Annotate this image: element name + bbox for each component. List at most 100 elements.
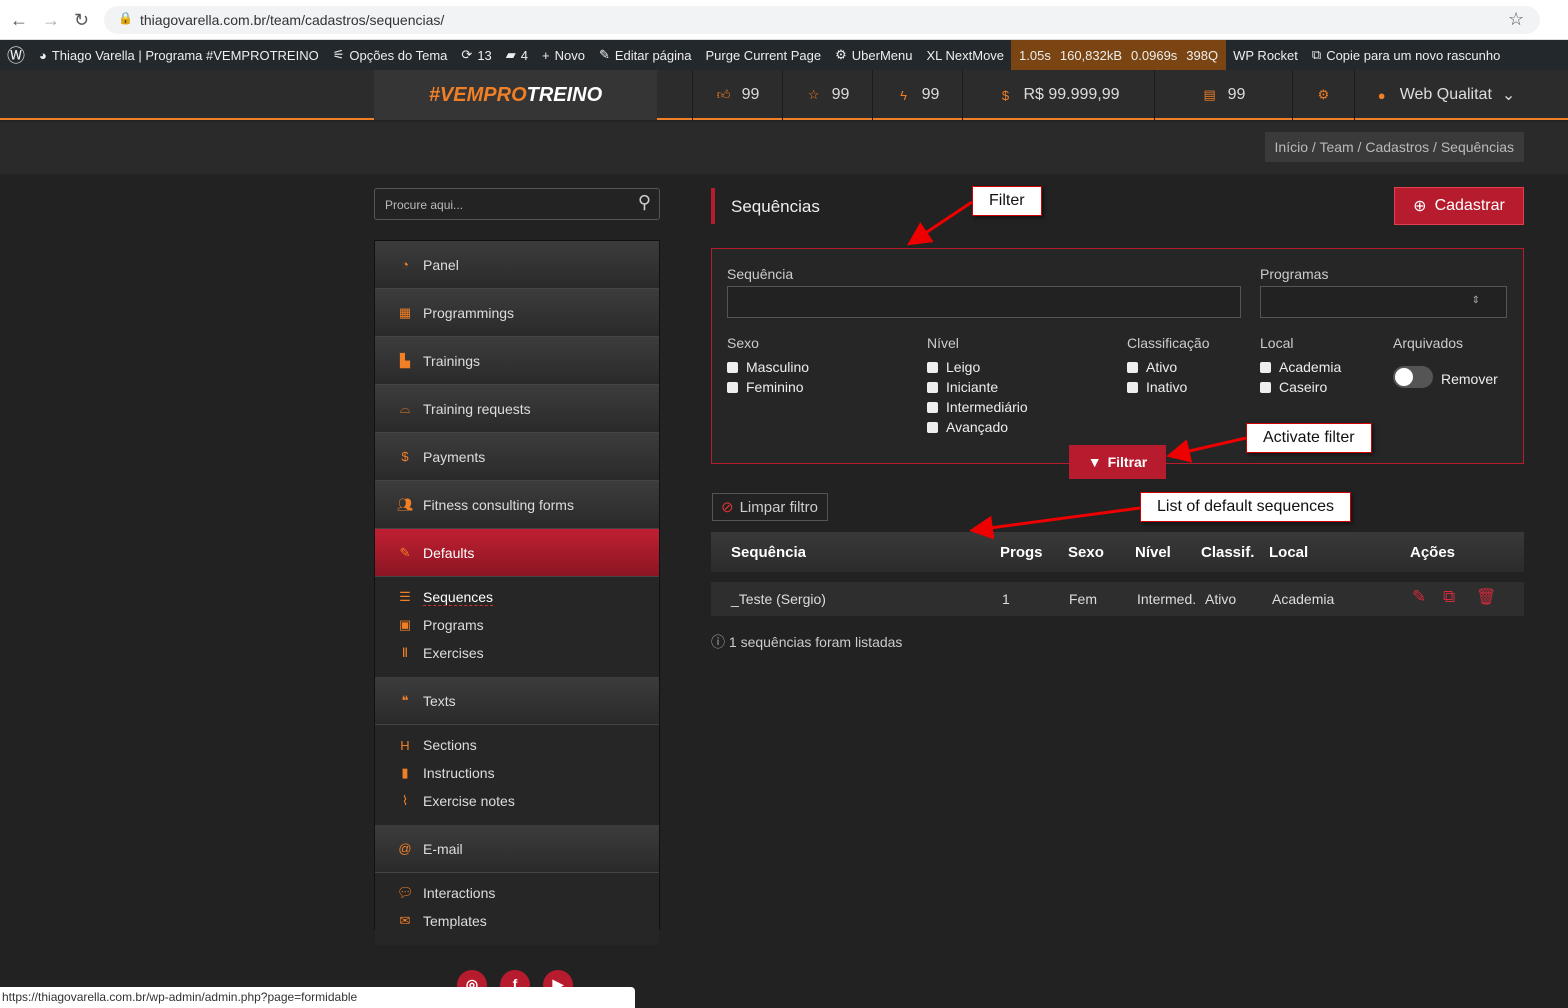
- chevron-down-icon: ⌄: [1501, 87, 1516, 104]
- star-icon[interactable]: ☆: [1508, 9, 1524, 30]
- checkbox-academia[interactable]: Academia: [1260, 357, 1341, 377]
- checkbox-iniciante[interactable]: Iniciante: [927, 377, 1028, 397]
- cell-progs: 1: [1002, 591, 1010, 607]
- likes-stat[interactable]: 👍︎ 99: [692, 70, 782, 120]
- edit-icon[interactable]: ✎: [1412, 587, 1426, 607]
- docs-stat[interactable]: ▤ 99: [1154, 70, 1292, 120]
- money-stat[interactable]: $ R$ 99.999,99: [962, 70, 1154, 120]
- remover-toggle[interactable]: [1393, 366, 1433, 388]
- arquivados-label: Arquivados: [1393, 335, 1464, 351]
- stars-stat[interactable]: ☆ 99: [782, 70, 872, 120]
- sidebar-subitem-exercises[interactable]: Ⅱ Exercises: [375, 639, 659, 667]
- cell-nivel: Intermed.: [1137, 591, 1197, 607]
- gear-icon: ⚙: [1317, 87, 1330, 102]
- checkbox-feminino[interactable]: Feminino: [727, 377, 809, 397]
- back-icon[interactable]: ←: [10, 10, 28, 31]
- sidebar-label: Fitness consulting forms: [423, 496, 574, 513]
- sidebar-subitem-sequences[interactable]: ☰ Sequences: [375, 583, 659, 611]
- purge-link[interactable]: Purge Current Page: [699, 48, 829, 63]
- search-icon[interactable]: ⚲: [638, 192, 651, 213]
- sidebar-item-programmings[interactable]: ▦ Programmings: [375, 289, 659, 337]
- logo-part: #VEM: [428, 83, 484, 106]
- trash-icon[interactable]: 🗑︎: [1476, 587, 1496, 607]
- users-icon: 👥︎: [397, 496, 414, 512]
- edit-page-link[interactable]: ✎ Editar página: [592, 47, 699, 63]
- settings-button[interactable]: ⚙: [1292, 70, 1354, 120]
- copy-draft-label: Copie para um novo rascunho: [1326, 47, 1501, 63]
- breadcrumb-current: Sequências: [1440, 139, 1514, 155]
- sidebar-item-defaults[interactable]: ✎ Defaults: [375, 529, 659, 577]
- wordpress-icon[interactable]: Ⓦ: [0, 42, 32, 68]
- filtrar-button[interactable]: ▼ Filtrar: [1069, 445, 1166, 479]
- reload-icon[interactable]: ↻: [74, 10, 89, 31]
- star-icon: ☆: [807, 87, 820, 102]
- breadcrumb-cadastros[interactable]: Cadastros: [1365, 139, 1429, 155]
- arrow-list: [969, 506, 1141, 540]
- sidebar-item-fitness-forms[interactable]: 👥︎ Fitness consulting forms: [375, 481, 659, 529]
- table-row[interactable]: _Teste (Sergio) 1 Fem Intermed. Ativo Ac…: [711, 582, 1524, 616]
- checkbox-label: Caseiro: [1279, 379, 1328, 395]
- comments-count: 4: [520, 47, 529, 63]
- checkbox-label: Intermediário: [946, 399, 1028, 415]
- sequencia-input[interactable]: [727, 286, 1241, 318]
- search-placeholder: Procure aqui...: [385, 198, 464, 212]
- money-value: R$ 99.999,99: [1023, 86, 1120, 103]
- ubermenu-link[interactable]: ⚙ UberMenu: [828, 47, 919, 63]
- limpar-filtro-button[interactable]: ⊘ Limpar filtro: [712, 493, 828, 521]
- checkbox-masculino[interactable]: Masculino: [727, 357, 809, 377]
- sidebar-label: Payments: [423, 448, 486, 465]
- ban-icon: ⊘: [721, 499, 734, 516]
- search-input[interactable]: Procure aqui... ⚲: [374, 188, 660, 220]
- address-bar[interactable]: thiagovarella.com.br/team/cadastros/sequ…: [104, 6, 1540, 34]
- sidebar-subitem-templates[interactable]: ✉ Templates: [375, 907, 659, 935]
- col-sequencia[interactable]: Sequência: [731, 544, 806, 561]
- checkbox-inativo[interactable]: Inativo: [1127, 377, 1187, 397]
- comments-link[interactable]: ▰ 4: [499, 47, 535, 63]
- forward-icon[interactable]: →: [42, 10, 60, 31]
- col-progs[interactable]: Progs: [1000, 544, 1043, 561]
- new-link[interactable]: + Novo: [535, 48, 592, 63]
- nextmove-link[interactable]: XL NextMove: [919, 48, 1011, 63]
- wp-rocket-link[interactable]: WP Rocket: [1226, 48, 1305, 63]
- site-header: #VEM PRO TREINO 👍︎ 99 ☆ 99 ϟ 99 $ R$ 99.999,99…: [0, 70, 1568, 120]
- checkbox-caseiro[interactable]: Caseiro: [1260, 377, 1341, 397]
- perf-memory: 160,832kB: [1059, 47, 1123, 63]
- checkbox-avancado[interactable]: Avançado: [927, 417, 1028, 437]
- programas-select[interactable]: ⇕: [1260, 286, 1507, 318]
- sidebar-item-email[interactable]: @ E-mail: [375, 825, 659, 873]
- heading-icon: H: [400, 737, 410, 753]
- sidebar-subitem-interactions[interactable]: 💬︎ Interactions: [375, 879, 659, 907]
- limpar-label: Limpar filtro: [739, 498, 818, 516]
- sidebar-item-texts[interactable]: ❝ Texts: [375, 677, 659, 725]
- admin-site-link[interactable]: ◕ Thiago Varella | Programa #VEMPROTREIN…: [32, 48, 326, 63]
- sidebar-subitem-programs[interactable]: ▣ Programs: [375, 611, 659, 639]
- col-sexo[interactable]: Sexo: [1068, 544, 1104, 561]
- col-classif[interactable]: Classif.: [1201, 544, 1254, 561]
- sidebar-subitem-sections[interactable]: H Sections: [375, 731, 659, 759]
- sidebar-item-panel[interactable]: ◔ Panel: [375, 241, 659, 289]
- copy-icon[interactable]: ⧉: [1443, 587, 1455, 607]
- col-local[interactable]: Local: [1269, 544, 1308, 561]
- query-monitor[interactable]: 1.05s 160,832kB 0.0969s 398Q: [1011, 40, 1227, 70]
- site-logo[interactable]: #VEM PRO TREINO: [374, 70, 657, 120]
- breadcrumb-inicio[interactable]: Início: [1275, 139, 1308, 155]
- theme-options-link[interactable]: ⚟ Opções do Tema: [326, 47, 455, 63]
- sidebar-subitem-exercise-notes[interactable]: ⌇ Exercise notes: [375, 787, 659, 815]
- sidebar-item-training-requests[interactable]: ⌓ Training requests: [375, 385, 659, 433]
- col-nivel[interactable]: Nível: [1135, 544, 1171, 561]
- checkbox-leigo[interactable]: Leigo: [927, 357, 1028, 377]
- cadastrar-button[interactable]: ⊕ Cadastrar: [1394, 187, 1524, 225]
- bolts-stat[interactable]: ϟ 99: [872, 70, 962, 120]
- copy-draft-link[interactable]: ⧉ Copie para um novo rascunho: [1305, 47, 1507, 63]
- sidebar-item-trainings[interactable]: ▙ Trainings: [375, 337, 659, 385]
- sidebar-subitem-instructions[interactable]: ▮ Instructions: [375, 759, 659, 787]
- updates-link[interactable]: ⟳ 13: [454, 47, 498, 63]
- user-menu[interactable]: ● Web Qualitat ⌄: [1354, 70, 1534, 120]
- sidebar-label: Trainings: [423, 352, 481, 369]
- sidebar-item-payments[interactable]: $ Payments: [375, 433, 659, 481]
- annotation-filter: Filter: [972, 186, 1042, 216]
- breadcrumb-team[interactable]: Team: [1319, 139, 1353, 155]
- sidebar-label: Sections: [423, 737, 477, 753]
- checkbox-intermediario[interactable]: Intermediário: [927, 397, 1028, 417]
- checkbox-ativo[interactable]: Ativo: [1127, 357, 1187, 377]
